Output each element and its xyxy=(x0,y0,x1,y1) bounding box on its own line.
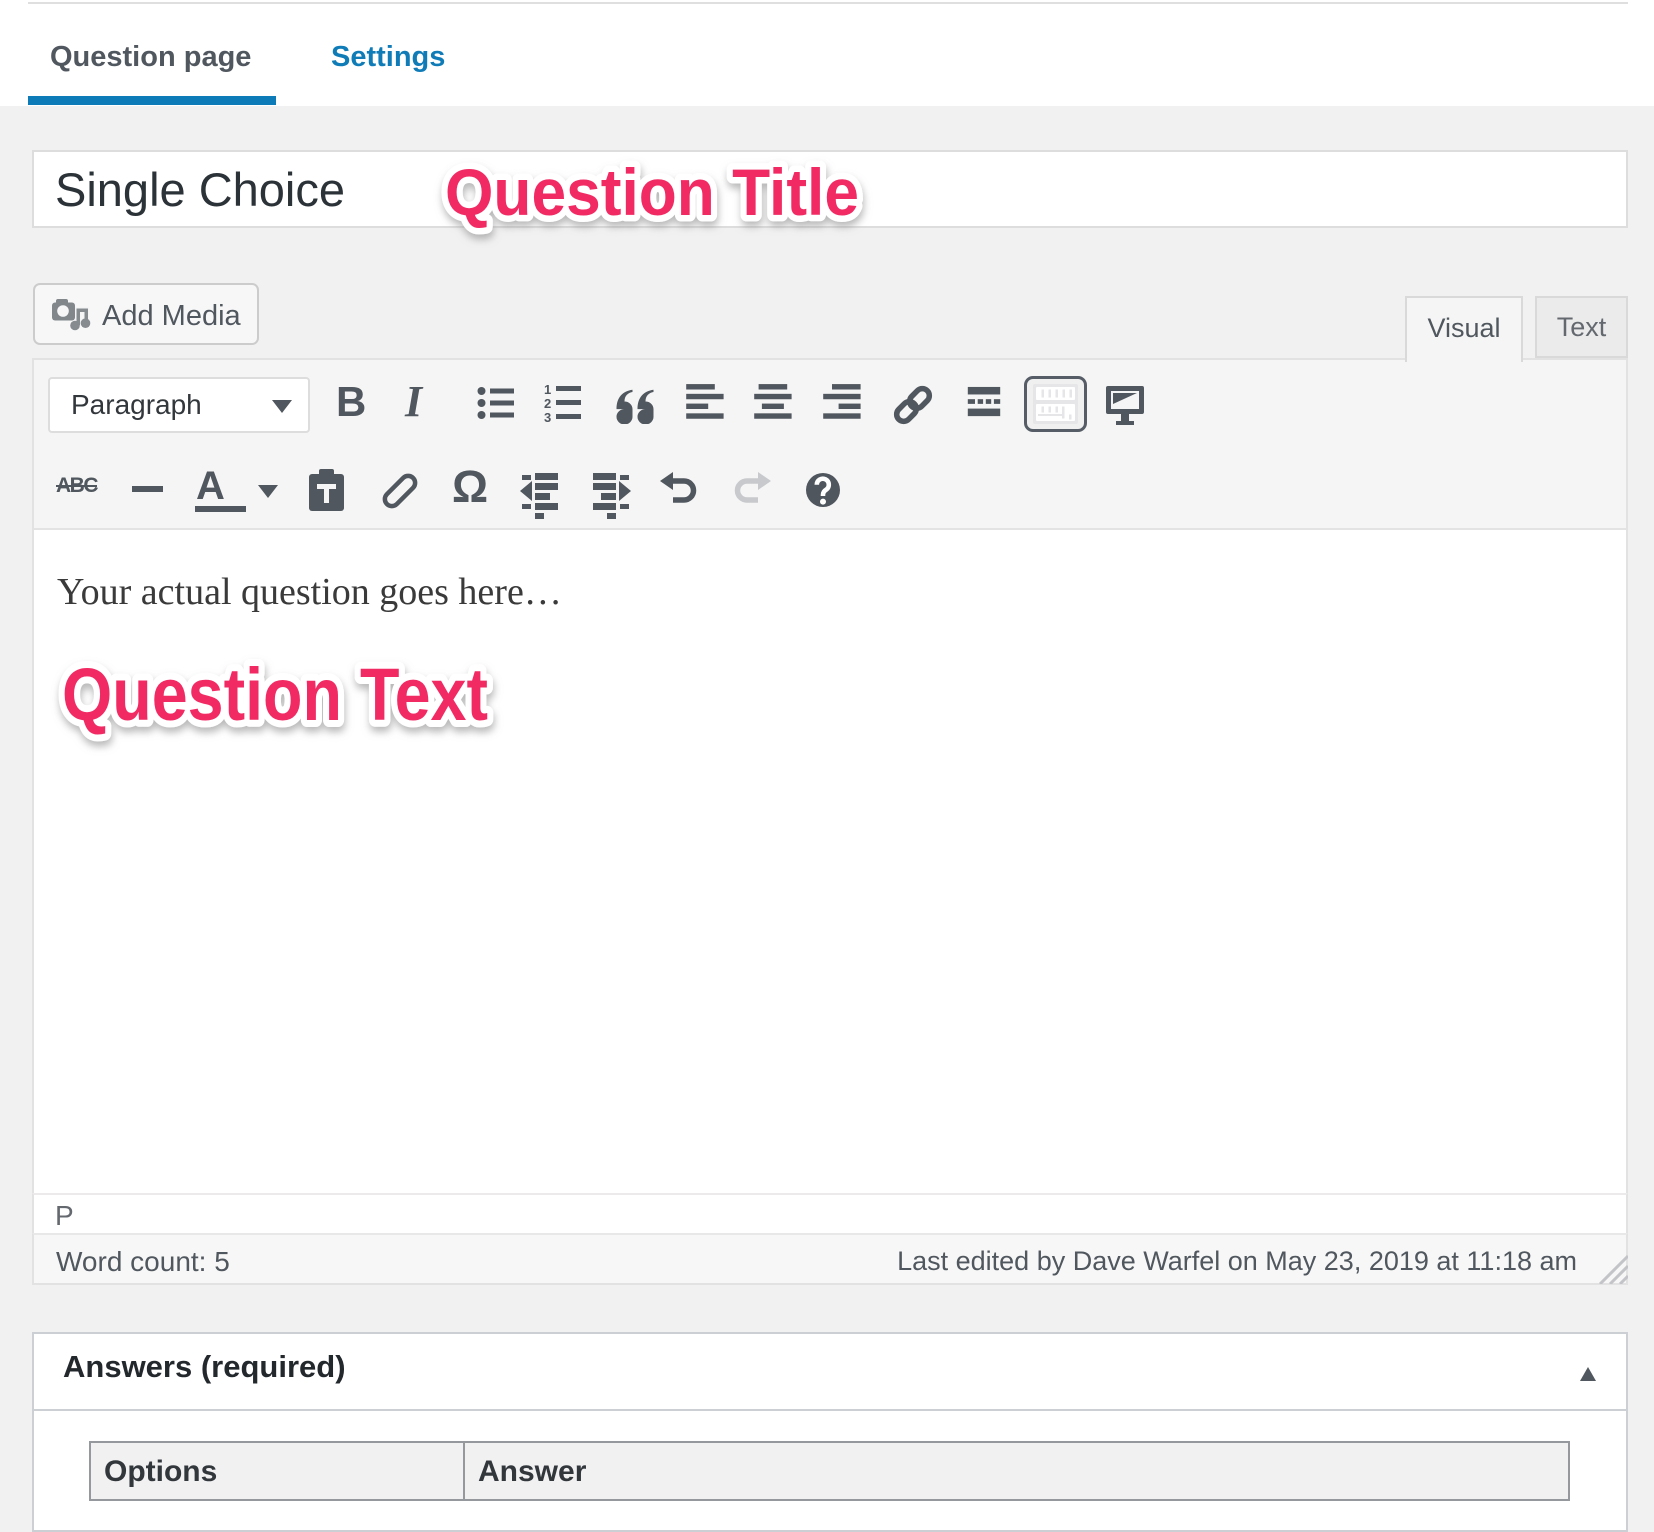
svg-text:3: 3 xyxy=(544,410,551,424)
svg-text:Question Title: Question Title xyxy=(445,155,859,229)
svg-text:2: 2 xyxy=(544,396,551,411)
svg-text:Question Text: Question Text xyxy=(62,653,488,736)
svg-text:1: 1 xyxy=(544,382,551,397)
